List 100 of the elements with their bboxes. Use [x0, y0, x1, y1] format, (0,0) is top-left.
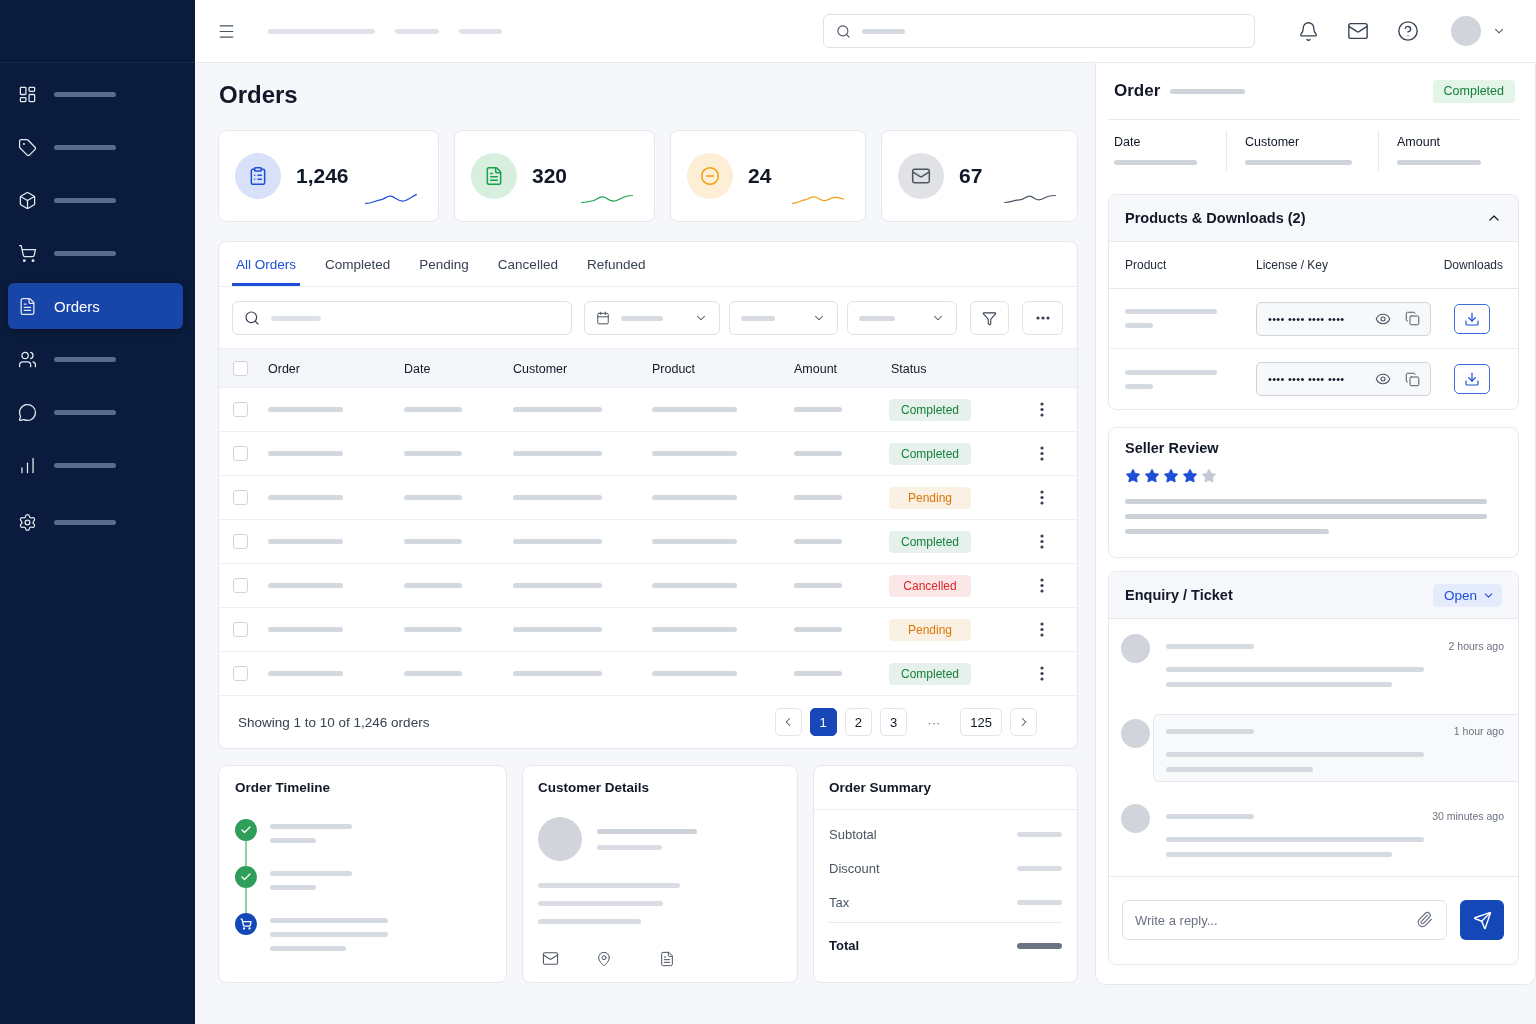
column-header: Amount [794, 362, 838, 376]
stat-value: 67 [959, 164, 983, 188]
placeholder-bar [1017, 831, 1062, 837]
checkbox[interactable] [233, 666, 248, 681]
status-badge: Completed [889, 442, 971, 465]
summary-label: Subtotal [829, 826, 877, 842]
status-badge: Completed [889, 398, 971, 421]
tab[interactable]: Cancelled [493, 242, 562, 286]
placeholder-bar [459, 28, 502, 34]
mail-icon[interactable] [542, 950, 559, 967]
placeholder-bar [794, 583, 842, 588]
dashboard-icon [18, 84, 37, 104]
tab[interactable]: Completed [321, 242, 395, 286]
more-vertical-icon[interactable] [1040, 402, 1044, 417]
eye-icon[interactable] [1375, 371, 1391, 387]
search-icon [244, 310, 260, 326]
copy-icon[interactable] [1405, 311, 1420, 326]
copy-icon[interactable] [1405, 371, 1420, 387]
nav-item[interactable]: Orders [8, 283, 183, 329]
more-vertical-icon[interactable] [1040, 446, 1044, 461]
page-button[interactable]: 2 [844, 708, 873, 736]
bell-icon[interactable] [1298, 20, 1319, 42]
field-label: Amount [1397, 134, 1441, 150]
placeholder-bar [404, 407, 462, 412]
placeholder-bar [1017, 865, 1062, 871]
more-vertical-icon[interactable] [1040, 490, 1044, 505]
search-icon [836, 23, 851, 39]
envelope-icon [898, 153, 944, 199]
send-button[interactable] [1460, 900, 1504, 940]
placeholder-bar [794, 627, 842, 632]
more-horizontal-icon [1035, 316, 1050, 320]
status-badge: Pending [889, 486, 971, 509]
checkbox[interactable] [233, 534, 248, 549]
more-vertical-icon[interactable] [1040, 622, 1044, 637]
checkbox[interactable] [233, 402, 248, 417]
more-vertical-icon[interactable] [1040, 534, 1044, 549]
reply-field[interactable]: Write a reply... [1122, 900, 1447, 940]
page-button[interactable]: 1 [809, 708, 837, 736]
field-label: Date [1114, 134, 1141, 150]
status-dropdown[interactable]: Open [1432, 583, 1502, 607]
placeholder-bar [1125, 383, 1153, 389]
page-button[interactable]: 3 [880, 708, 908, 736]
calendar-icon [596, 311, 610, 325]
cart-icon [18, 243, 37, 263]
checkbox[interactable] [233, 446, 248, 461]
mail-icon[interactable] [1347, 20, 1369, 42]
placeholder-bar [1017, 899, 1062, 905]
placeholder-bar [404, 495, 462, 500]
stat-value: 320 [532, 164, 568, 188]
star-icon [1201, 468, 1217, 484]
star-icon [1144, 468, 1160, 484]
summary-label: Total [829, 938, 860, 953]
star-icon [1125, 468, 1141, 484]
placeholder-bar [54, 356, 116, 362]
license-key-field[interactable]: •••• •••• •••• •••• [1256, 362, 1431, 396]
placeholder-bar [404, 539, 462, 544]
tab[interactable]: All Orders [232, 242, 300, 286]
help-icon[interactable] [1397, 20, 1419, 42]
map-pin-icon[interactable] [596, 950, 612, 967]
message-time: 1 hour ago [1453, 725, 1504, 737]
column-header: Product [1125, 258, 1167, 272]
license-key-field[interactable]: •••• •••• •••• •••• [1256, 301, 1431, 336]
placeholder-bar [794, 495, 842, 500]
placeholder-bar [404, 627, 462, 632]
column-header: Product [652, 362, 696, 376]
tab[interactable]: Refunded [582, 242, 650, 286]
placeholder-bar [794, 539, 842, 544]
filter-button[interactable] [970, 301, 1009, 335]
field-label: Customer [1245, 134, 1300, 150]
card-title: Order Timeline [235, 779, 332, 797]
search-field[interactable] [232, 301, 572, 335]
download-button[interactable] [1454, 303, 1490, 334]
placeholder-bar [404, 671, 462, 676]
document-icon[interactable] [659, 950, 675, 967]
status-badge: Completed [1432, 79, 1515, 103]
column-header: Order [268, 362, 300, 376]
more-vertical-icon[interactable] [1040, 578, 1044, 593]
column-header: Customer [513, 362, 568, 376]
card-title: Seller Review [1125, 440, 1219, 456]
bar-chart-icon [18, 455, 37, 475]
page-button[interactable]: 125 [960, 708, 1002, 736]
more-button[interactable] [1022, 301, 1063, 335]
message-time: 2 hours ago [1448, 640, 1504, 652]
checkbox[interactable] [233, 490, 248, 505]
column-header: License / Key [1256, 258, 1329, 272]
checkbox[interactable] [233, 578, 248, 593]
placeholder-bar [1017, 942, 1062, 949]
star-icon [1163, 468, 1179, 484]
pagination-summary: Showing 1 to 10 of 1,246 orders [238, 714, 430, 730]
tag-icon [18, 137, 37, 157]
more-vertical-icon[interactable] [1040, 666, 1044, 681]
tab[interactable]: Pending [415, 242, 473, 286]
search-field[interactable] [823, 14, 1255, 48]
checkbox[interactable] [233, 622, 248, 637]
paperclip-icon[interactable] [1416, 911, 1433, 928]
download-button[interactable] [1454, 364, 1490, 394]
placeholder-bar [395, 28, 439, 34]
stat-value: 1,246 [296, 164, 349, 188]
checkbox[interactable] [233, 360, 248, 376]
timeline-line [245, 888, 247, 913]
